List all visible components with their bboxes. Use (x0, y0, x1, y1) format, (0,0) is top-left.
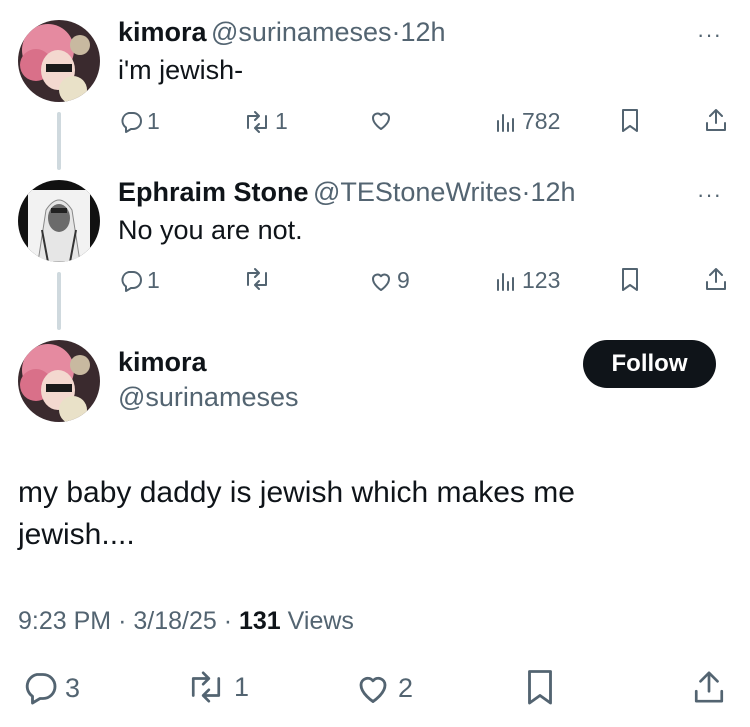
main-name[interactable]: kimora (118, 347, 207, 378)
thread-line (57, 112, 61, 170)
views-count: 782 (522, 108, 561, 134)
reply-icon (121, 270, 142, 292)
tweet1-name[interactable]: kimora (118, 17, 207, 47)
meta-date[interactable]: 3/18/25 (133, 607, 216, 635)
reply-button[interactable]: 1 (119, 108, 160, 135)
reply-button[interactable]: 3 (22, 670, 80, 706)
views-count: 131 (239, 607, 281, 635)
bookmark-icon (622, 109, 638, 132)
views-button[interactable]: 123 (495, 267, 560, 294)
bookmark-button[interactable] (525, 668, 555, 708)
share-button[interactable] (692, 668, 726, 706)
bookmark-button[interactable] (620, 267, 640, 293)
thread-line (57, 272, 61, 330)
share-button[interactable] (704, 266, 728, 292)
like-count: 9 (397, 267, 410, 293)
meta-time[interactable]: 9:23 PM (18, 607, 111, 635)
like-icon (372, 273, 390, 291)
bookmark-icon (528, 670, 552, 705)
like-button[interactable]: 2 (355, 670, 413, 706)
avatar[interactable] (18, 340, 100, 422)
bookmark-icon (622, 268, 638, 291)
repost-button[interactable]: 1 (186, 670, 249, 704)
like-icon (359, 676, 387, 703)
repost-count: 1 (234, 671, 250, 702)
repost-count: 1 (275, 108, 288, 134)
repost-button[interactable]: 1 (243, 108, 288, 135)
reply-icon (121, 111, 142, 133)
main-text-line: jewish.... (18, 518, 135, 551)
repost-icon (191, 671, 221, 703)
reply-button[interactable]: 1 (119, 267, 160, 294)
tweet1-time[interactable]: 12h (400, 17, 445, 47)
main-text-line: my baby daddy is jewish which makes me (18, 476, 575, 509)
like-count: 2 (398, 672, 414, 703)
views-icon (497, 113, 514, 132)
share-button[interactable] (704, 107, 728, 133)
share-icon (706, 109, 726, 131)
reply-count: 3 (65, 672, 81, 703)
tweet2-text: No you are not. (118, 215, 303, 245)
avatar[interactable] (18, 180, 100, 262)
main-handle[interactable]: @surinameses (118, 382, 298, 413)
tweet-meta: 9:23 PM · 3/18/25 · 131 Views (18, 607, 354, 636)
views-label: Views (287, 607, 354, 635)
views-count: 123 (522, 267, 561, 293)
tweet2-time[interactable]: 12h (530, 177, 575, 207)
follow-button[interactable]: Follow (583, 340, 716, 388)
bookmark-button[interactable] (620, 108, 640, 134)
repost-button[interactable] (243, 267, 271, 291)
share-icon (706, 268, 726, 290)
like-button[interactable]: 9 (369, 267, 410, 294)
tweet2-name[interactable]: Ephraim Stone (118, 177, 309, 207)
like-icon (372, 112, 390, 130)
more-icon[interactable]: ··· (697, 182, 722, 208)
views-button[interactable]: 782 (495, 108, 560, 135)
views-icon (497, 272, 514, 291)
tweet1-handle[interactable]: @surinameses (211, 17, 391, 47)
reply-icon (25, 673, 57, 705)
tweet1-text: i'm jewish- (118, 55, 244, 85)
repost-icon (247, 268, 267, 290)
like-button[interactable] (369, 108, 393, 132)
reply-count: 1 (147, 108, 160, 134)
avatar[interactable] (18, 20, 100, 102)
separator: · (223, 607, 233, 635)
tweet1-header: kimora @surinameses·12h (118, 17, 446, 48)
tweet2-header: Ephraim Stone @TEStoneWrites·12h (118, 177, 576, 208)
reply-count: 1 (147, 267, 160, 293)
share-icon (694, 671, 724, 703)
more-icon[interactable]: ··· (697, 22, 722, 48)
main-text: my baby daddy is jewish which makes me j… (18, 472, 575, 556)
separator: · (118, 607, 127, 635)
repost-icon (247, 110, 267, 133)
tweet2-handle[interactable]: @TEStoneWrites (313, 177, 521, 207)
